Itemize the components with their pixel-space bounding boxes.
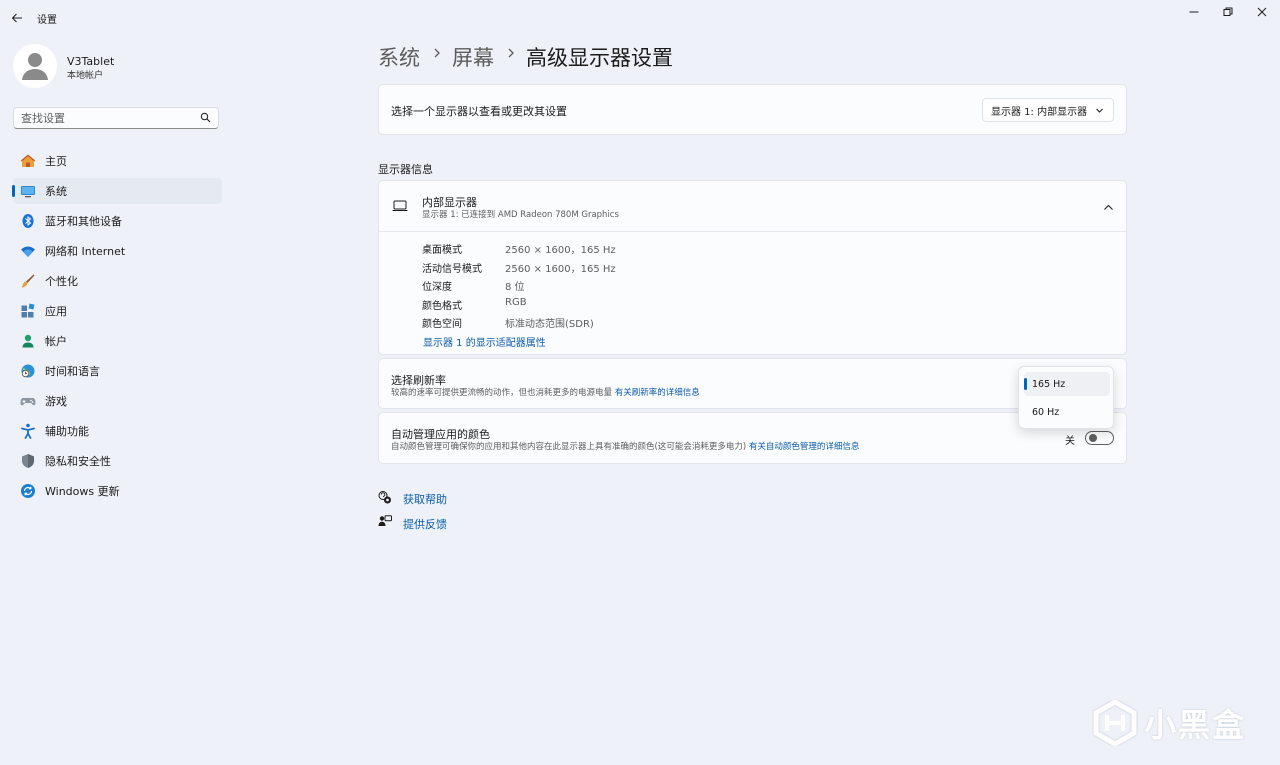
adapter-properties-link[interactable]: 显示器 1 的显示适配器属性: [423, 334, 546, 349]
globe-clock-icon: [20, 363, 36, 379]
spec-key: 颜色格式: [422, 301, 462, 312]
display-info-header[interactable]: [379, 181, 1126, 231]
refresh-rate-card: [378, 358, 1127, 409]
gamepad-icon: [20, 393, 36, 409]
shield-icon: [20, 453, 36, 469]
refresh-option-60[interactable]: 60 Hz: [1024, 400, 1110, 424]
brush-icon: [20, 273, 36, 289]
apps-icon: [20, 303, 36, 319]
back-arrow-icon: [11, 13, 22, 23]
breadcrumb-system[interactable]: 系统: [378, 42, 420, 72]
search-icon[interactable]: [200, 112, 211, 126]
sidebar-item-gaming[interactable]: 游戏: [13, 388, 222, 414]
auto-color-card: [378, 412, 1127, 464]
refresh-option-165[interactable]: 165 Hz: [1024, 372, 1110, 396]
user-avatar-icon: [22, 53, 48, 80]
display-select-label: 选择一个显示器以查看或更改其设置: [391, 105, 567, 118]
sidebar-item-network[interactable]: 网络和 Internet: [13, 238, 222, 264]
watermark-logo-icon: [1093, 700, 1137, 746]
user-name: V3Tablet: [67, 55, 115, 68]
laptop-icon: [392, 199, 408, 216]
refresh-rate-description: 较高的速率可提供更流畅的动作，但也消耗更多的电源电量 有关刷新率的详细信息: [391, 388, 700, 398]
display-select-value: 显示器 1: 内部显示器: [991, 106, 1088, 118]
toggle-knob: [1089, 434, 1097, 442]
minimize-button[interactable]: [1177, 0, 1211, 24]
wifi-icon: [20, 243, 36, 259]
chevron-up-icon[interactable]: [1103, 202, 1114, 215]
close-icon: [1257, 7, 1267, 17]
breadcrumb-display[interactable]: 屏幕: [452, 42, 494, 72]
breadcrumb-chevron-icon: [506, 46, 516, 60]
section-title: 显示器信息: [378, 163, 433, 176]
sidebar-item-accessibility[interactable]: 辅助功能: [13, 418, 222, 444]
search-input[interactable]: [14, 108, 196, 128]
selection-indicator: [1024, 378, 1027, 390]
sidebar-item-privacy[interactable]: 隐私和安全性: [13, 448, 222, 474]
back-button[interactable]: [6, 7, 28, 29]
give-feedback-link[interactable]: 提供反馈: [403, 516, 447, 532]
page-title: 高级显示器设置: [526, 46, 673, 70]
spec-value: 8 位: [505, 282, 525, 293]
sidebar-item-windows-update[interactable]: Windows 更新: [13, 478, 222, 504]
minimize-icon: [1189, 11, 1199, 13]
spec-value: 2560 × 1600，165 Hz: [505, 245, 616, 256]
display-select-dropdown[interactable]: 显示器 1: 内部显示器: [982, 98, 1114, 122]
spec-key: 活动信号模式: [422, 264, 482, 275]
windows-update-icon: [20, 483, 36, 499]
sidebar-item-bluetooth[interactable]: 蓝牙和其他设备: [13, 208, 222, 234]
watermark-text: 小黑盒: [1143, 706, 1246, 744]
help-icon: [378, 490, 392, 507]
spec-value: 标准动态范围(SDR): [505, 319, 594, 330]
search-box: [13, 107, 219, 129]
restore-icon: [1223, 7, 1233, 16]
system-monitor-icon: [20, 183, 36, 199]
auto-color-description: 自动颜色管理可确保你的应用和其他内容在此显示器上具有准确的颜色(这可能会消耗更多…: [391, 442, 860, 452]
auto-color-info-link[interactable]: 有关自动颜色管理的详细信息: [749, 442, 860, 452]
device-connection: 显示器 1: 已连接到 AMD Radeon 780M Graphics: [422, 210, 619, 220]
sidebar-item-accounts[interactable]: 帐户: [13, 328, 222, 354]
account-type: 本地帐户: [67, 71, 104, 81]
spec-value: 2560 × 1600，165 Hz: [505, 264, 616, 275]
selection-indicator: [12, 185, 15, 197]
close-button[interactable]: [1245, 0, 1279, 24]
spec-key: 颜色空间: [422, 319, 462, 330]
refresh-rate-info-link[interactable]: 有关刷新率的详细信息: [615, 388, 700, 398]
spec-key: 位深度: [422, 282, 452, 293]
spec-key: 桌面模式: [422, 245, 462, 256]
sidebar-item-time-language[interactable]: 时间和语言: [13, 358, 222, 384]
sidebar-item-personalization[interactable]: 个性化: [13, 268, 222, 294]
sidebar-item-system[interactable]: 系统: [12, 178, 222, 204]
get-help-link[interactable]: 获取帮助: [403, 491, 447, 507]
chevron-down-icon: [1095, 106, 1104, 118]
auto-color-toggle[interactable]: [1085, 431, 1114, 445]
bluetooth-icon: [20, 213, 36, 229]
app-title: 设置: [37, 15, 57, 26]
home-icon: [20, 153, 36, 169]
sidebar-item-home[interactable]: 主页: [13, 148, 222, 174]
restore-button[interactable]: [1211, 0, 1245, 24]
feedback-icon: [378, 515, 392, 532]
watermark: 小黑盒: [1092, 700, 1246, 746]
toggle-state-label: 关: [1065, 436, 1075, 447]
spec-value: RGB: [505, 297, 527, 308]
breadcrumb-chevron-icon: [432, 46, 442, 60]
avatar[interactable]: [13, 44, 57, 88]
person-icon: [20, 333, 36, 349]
divider: [379, 231, 1126, 232]
refresh-rate-dropdown: 165 Hz 60 Hz: [1018, 366, 1114, 429]
sidebar-item-apps[interactable]: 应用: [13, 298, 222, 324]
accessibility-icon: [20, 423, 36, 439]
